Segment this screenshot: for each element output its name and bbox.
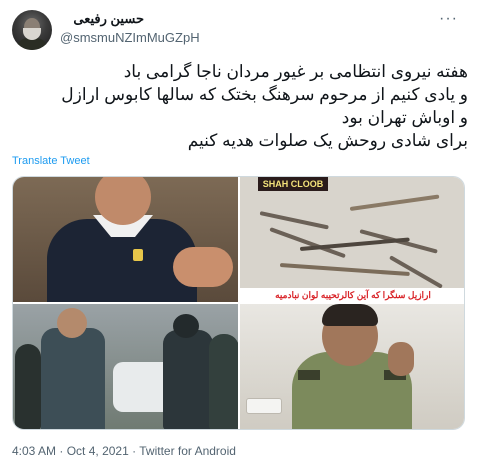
author-name[interactable]: حسین رفیعی — [60, 11, 144, 27]
tweet-source[interactable]: Twitter for Android — [139, 444, 236, 458]
tweet-meta: 4:03 AM · Oct 4, 2021 · Twitter for Andr… — [12, 444, 236, 458]
officer-shape — [209, 334, 238, 429]
media-grid: SHAH CLOOB ارازیل سنگرا که آین کالرتحیبه… — [12, 176, 465, 430]
epaulette-shape — [298, 370, 320, 380]
tweet-header: حسین رفیعی @smsmuNZImMuGZpH ··· — [12, 10, 468, 50]
photo-weapons-collection-icon[interactable]: SHAH CLOOB ارازیل سنگرا که آین کالرتحیبه… — [240, 177, 464, 302]
weapons-caption: ارازیل سنگرا که آین کالرتحیبه لوان نبادم… — [240, 288, 464, 302]
photo-officers-street-icon[interactable] — [13, 304, 238, 429]
knife-shape — [349, 194, 440, 211]
knife-shape — [269, 227, 346, 259]
photo-officer-desk-icon[interactable] — [240, 304, 464, 429]
tweet-date[interactable]: Oct 4, 2021 — [67, 444, 129, 458]
officer-shape — [15, 344, 41, 429]
tweet-line: و یادی کنیم از مرحوم سرهنگ بختک که سالها… — [61, 85, 468, 104]
meta-separator: · — [59, 444, 64, 458]
tweet-time[interactable]: 4:03 AM — [12, 444, 56, 458]
tweet-line: برای شادی روحش یک صلوات هدیه کنیم — [187, 131, 468, 150]
translate-tweet-link[interactable]: Translate Tweet — [12, 155, 90, 167]
author-handle[interactable]: @smsmuNZImMuGZpH — [60, 30, 200, 45]
officer-shape — [41, 328, 105, 429]
tweet-line: هفته نیروی انتظامی بر غیور مردان ناجا گر… — [123, 62, 468, 81]
officer-shape — [163, 330, 213, 429]
tweet-line: و اوباش تهران بود — [341, 108, 468, 127]
knife-shape — [279, 263, 410, 277]
officer-head-shape — [173, 314, 199, 338]
tweet-text: هفته نیروی انتظامی بر غیور مردان ناجا گر… — [12, 60, 468, 152]
avatar[interactable] — [12, 10, 52, 50]
officer-head-shape — [57, 308, 87, 338]
meta-separator: · — [132, 444, 137, 458]
hand-shape — [388, 342, 414, 376]
shirt-logo-shape — [133, 249, 143, 261]
more-options-icon[interactable]: ··· — [439, 10, 458, 28]
weapons-banner: SHAH CLOOB — [258, 177, 328, 191]
photo-man-navy-shirt-icon[interactable] — [13, 177, 238, 302]
arm-shape — [173, 247, 233, 287]
desk-phone-shape — [246, 398, 282, 414]
hair-shape — [322, 304, 378, 326]
